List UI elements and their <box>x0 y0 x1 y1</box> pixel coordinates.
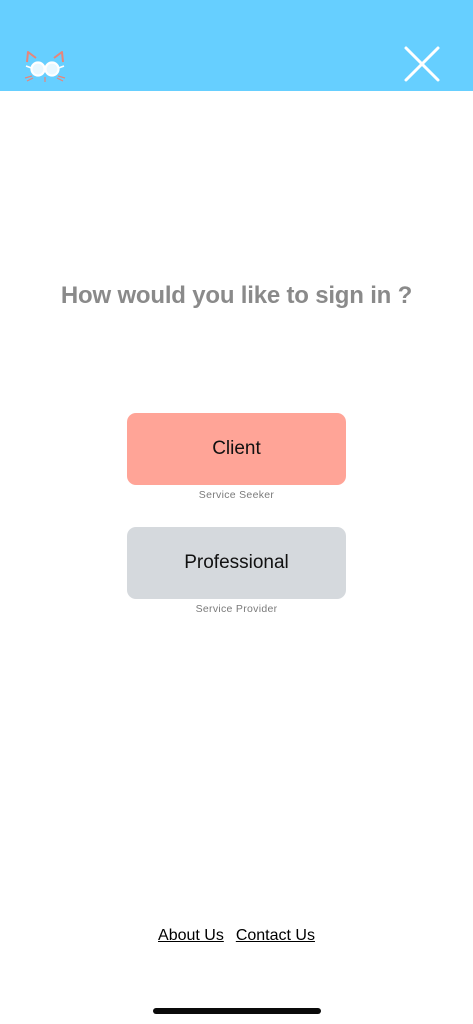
client-caption: Service Seeker <box>198 489 275 501</box>
close-icon[interactable] <box>400 42 444 86</box>
professional-button-label: Professional <box>184 552 289 573</box>
sign-in-screen: How would you like to sign in ? Client S… <box>0 0 473 1024</box>
cat-glasses-logo-icon <box>24 50 66 84</box>
contact-us-link[interactable]: Contact Us <box>236 927 315 945</box>
client-button-label: Client <box>212 438 261 459</box>
home-indicator[interactable] <box>153 1008 321 1014</box>
client-button[interactable]: Client <box>127 413 346 485</box>
top-bar <box>0 0 473 91</box>
professional-caption: Service Provider <box>195 603 278 615</box>
footer-links: About Us Contact Us <box>0 927 473 945</box>
about-us-link[interactable]: About Us <box>158 927 224 945</box>
page-title: How would you like to sign in ? <box>60 282 413 309</box>
professional-button[interactable]: Professional <box>127 527 346 599</box>
